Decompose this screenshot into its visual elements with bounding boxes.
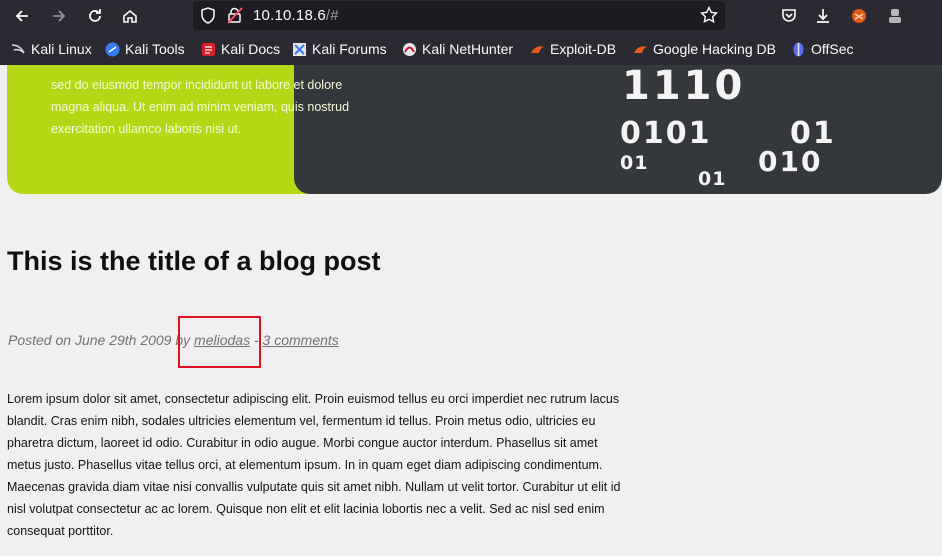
binary-text: 0101 <box>620 116 712 151</box>
offsec-icon <box>791 42 806 57</box>
bookmark-label: Kali Docs <box>221 41 281 57</box>
pocket-icon[interactable] <box>776 4 802 28</box>
hero-text-line: exercitation ullamco laboris nisi ut. <box>51 122 242 136</box>
page-content: 1110 0101 01 01 010 01 sed do eiusmod te… <box>0 65 942 556</box>
bookmark-label: Kali Forums <box>312 41 387 57</box>
post-body: Lorem ipsum dolor sit amet, consectetur … <box>7 392 621 538</box>
bookmark-label: Exploit-DB <box>550 41 617 57</box>
post-meta: Posted on June 29th 2009 by meliodas - 3… <box>8 332 339 348</box>
browser-toolbar: 10.10.18.6/# <box>0 0 942 33</box>
kali-docs-icon <box>201 42 216 57</box>
account-icon[interactable] <box>882 4 908 28</box>
bookmark-kali-docs[interactable]: Kali Docs <box>201 40 280 58</box>
bookmark-google-hacking-db[interactable]: Google Hacking DB <box>633 40 776 58</box>
binary-text: 1110 <box>622 65 746 109</box>
binary-text: 01 <box>698 168 727 190</box>
url-text[interactable]: 10.10.18.6/# <box>253 7 339 24</box>
exploit-db-icon <box>530 42 545 57</box>
binary-text: 01 <box>620 152 649 174</box>
url-bar[interactable]: 10.10.18.6/# <box>193 1 725 30</box>
kali-dragon-icon <box>11 42 26 57</box>
bookmark-offsec[interactable]: OffSec <box>791 40 854 58</box>
comments-link[interactable]: 3 comments <box>263 332 339 348</box>
insecure-lock-icon[interactable] <box>227 7 243 29</box>
hero-text: sed do eiusmod tempor incididunt ut labo… <box>51 74 381 140</box>
bookmarks-bar: Kali Linux Kali Tools Kali Docs Kali For… <box>0 33 942 65</box>
bookmark-kali-linux[interactable]: Kali Linux <box>11 40 92 58</box>
bookmark-label: Google Hacking DB <box>653 41 776 57</box>
url-host: 10.10.18.6 <box>253 7 326 24</box>
download-icon[interactable] <box>810 4 836 28</box>
post-title: This is the title of a blog post <box>7 246 381 276</box>
bookmark-kali-tools[interactable]: Kali Tools <box>105 40 185 58</box>
bookmark-label: Kali Tools <box>125 41 185 57</box>
author-highlight-box <box>178 316 261 368</box>
nethunter-icon <box>402 42 417 57</box>
bookmark-label: OffSec <box>811 41 854 57</box>
bookmark-exploit-db[interactable]: Exploit-DB <box>530 40 616 58</box>
kali-forums-icon <box>292 42 307 57</box>
forward-icon[interactable] <box>46 4 72 28</box>
extension-icon[interactable] <box>846 4 872 28</box>
hero-image-panel: 1110 0101 01 01 010 01 <box>294 65 942 194</box>
bookmark-label: Kali NetHunter <box>422 41 514 57</box>
bookmark-star-icon[interactable] <box>699 5 719 29</box>
back-icon[interactable] <box>9 4 35 28</box>
post-date: Posted on June 29th 2009 by <box>8 332 195 348</box>
hero-text-line: sed do eiusmod tempor incididunt ut labo… <box>51 78 343 92</box>
hero-text-line: magna aliqua. Ut enim ad minim veniam, q… <box>51 100 350 114</box>
binary-text: 010 <box>758 145 823 178</box>
reload-icon[interactable] <box>82 4 108 28</box>
home-icon[interactable] <box>117 4 143 28</box>
bookmark-kali-nethunter[interactable]: Kali NetHunter <box>402 40 513 58</box>
bookmark-kali-forums[interactable]: Kali Forums <box>292 40 387 58</box>
ghdb-icon <box>633 42 648 57</box>
url-path: /# <box>325 7 339 24</box>
bookmark-label: Kali Linux <box>31 41 92 57</box>
kali-tools-icon <box>105 42 120 57</box>
shield-icon[interactable] <box>200 7 216 29</box>
